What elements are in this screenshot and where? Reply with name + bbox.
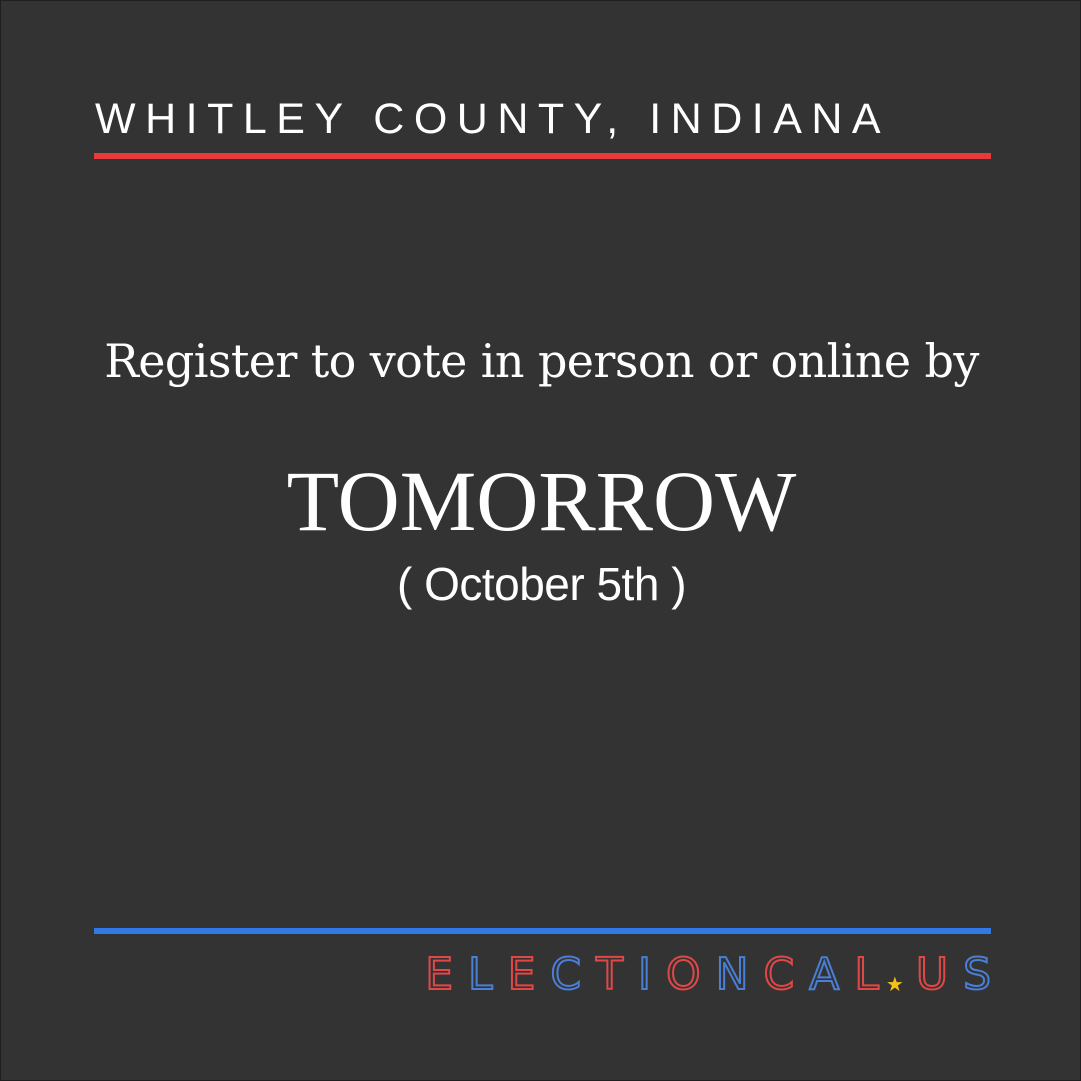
register-lead-text: Register to vote in person or online by xyxy=(104,334,979,388)
brand-letter: E xyxy=(424,949,469,1001)
brand-letter: S xyxy=(962,949,992,1001)
top-red-divider xyxy=(94,153,991,159)
graphic-card: WHITLEY COUNTY, INDIANA Register to vote… xyxy=(0,0,1081,1081)
location-heading: WHITLEY COUNTY, INDIANA xyxy=(95,95,891,143)
bottom-blue-divider xyxy=(94,928,991,934)
brand-letter: T xyxy=(595,949,638,1001)
deadline-text: TOMORROW xyxy=(286,453,797,549)
star-icon: ★ xyxy=(885,972,904,996)
brand-logo: ELECTIONCAL ★ US xyxy=(424,949,992,1001)
brand-name-part2: US xyxy=(915,949,992,1001)
brand-letter: C xyxy=(549,949,597,1001)
brand-letter: L xyxy=(467,949,508,1001)
brand-letter: A xyxy=(808,949,855,1001)
brand-letter: U xyxy=(915,949,964,1001)
brand-letter: O xyxy=(665,949,716,1001)
brand-name-part1: ELECTIONCAL xyxy=(424,949,894,1001)
deadline-date: ( October 5th ) xyxy=(396,558,687,610)
brand-letter: N xyxy=(715,949,764,1001)
brand-letter: E xyxy=(507,949,551,1001)
brand-letter: C xyxy=(763,949,810,1001)
brand-letter: I xyxy=(637,949,666,1001)
